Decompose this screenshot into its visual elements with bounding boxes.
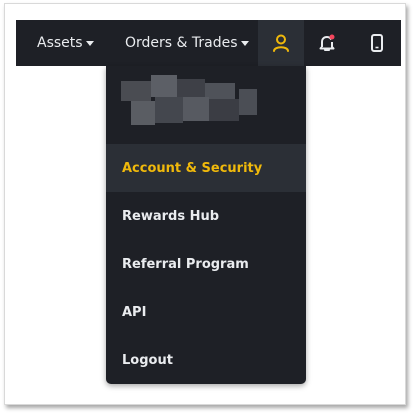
screenshot-frame: Assets Orders & Trades Account & Securit… <box>4 3 406 405</box>
menu-item-label: Referral Program <box>122 256 249 272</box>
nav-orders-trades[interactable]: Orders & Trades <box>125 20 249 66</box>
menu-item-api[interactable]: API <box>106 288 306 336</box>
profile-header <box>106 66 306 145</box>
notifications-button[interactable] <box>304 20 350 66</box>
menu-item-referral-program[interactable]: Referral Program <box>106 240 306 288</box>
nav-assets[interactable]: Assets <box>37 20 94 66</box>
mobile-icon <box>371 34 383 52</box>
mobile-app-button[interactable] <box>354 20 400 66</box>
pixelated-user-info <box>121 75 257 133</box>
menu-item-label: API <box>122 304 147 320</box>
menu-item-label: Account & Security <box>122 160 263 176</box>
caret-down-icon <box>85 41 94 46</box>
notification-dot <box>329 34 335 40</box>
top-navbar: Assets Orders & Trades <box>16 20 401 66</box>
bell-icon <box>319 34 335 51</box>
menu-item-label: Logout <box>122 352 173 368</box>
menu-item-account-security[interactable]: Account & Security <box>106 144 306 192</box>
menu-item-rewards-hub[interactable]: Rewards Hub <box>106 192 306 240</box>
nav-orders-label: Orders & Trades <box>125 35 238 51</box>
user-icon <box>273 34 289 52</box>
caret-down-icon <box>240 41 249 46</box>
menu-item-label: Rewards Hub <box>122 208 220 224</box>
nav-assets-label: Assets <box>37 35 83 51</box>
menu-item-logout[interactable]: Logout <box>106 336 306 384</box>
account-dropdown-menu: Account & Security Rewards Hub Referral … <box>106 66 306 384</box>
user-menu-button[interactable] <box>258 20 304 66</box>
